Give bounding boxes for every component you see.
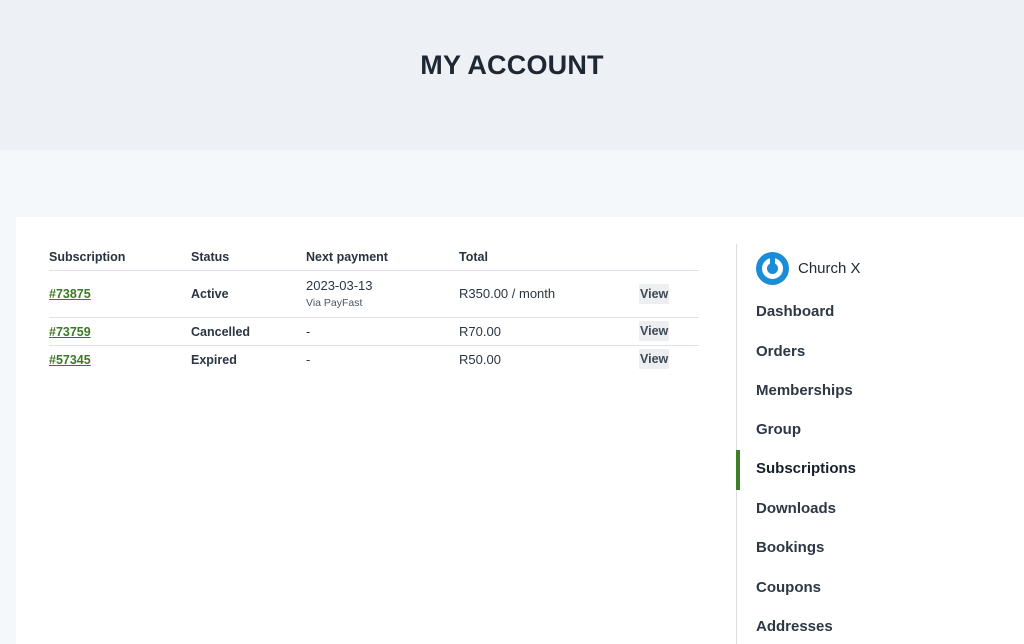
next-payment-date: -	[306, 351, 311, 367]
sidebar-item-bookings[interactable]: Bookings	[756, 538, 824, 558]
subscription-link[interactable]: #57345	[49, 353, 91, 367]
payment-method-note: Via PayFast	[306, 297, 363, 309]
sidebar-item-downloads[interactable]: Downloads	[756, 499, 836, 519]
total-value: R50.00	[459, 351, 501, 367]
status-text: Expired	[191, 352, 237, 367]
power-logo-icon	[756, 251, 789, 285]
sidebar-item-subscriptions[interactable]: Subscriptions	[756, 459, 856, 479]
account-name: Church X	[798, 259, 861, 277]
status-text: Active	[191, 287, 229, 301]
total-value: R350.00 / month	[459, 270, 639, 318]
page-title: MY ACCOUNT	[420, 50, 604, 80]
sidebar-item-group[interactable]: Group	[756, 420, 801, 440]
table-row: #73759 Cancelled - R70.00 View	[49, 317, 699, 346]
active-indicator	[736, 450, 740, 490]
sidebar-item-coupons[interactable]: Coupons	[756, 578, 821, 598]
header-total: Total	[459, 245, 639, 271]
table-header-row: Subscription Status Next payment Total	[49, 245, 699, 271]
sidebar-item-dashboard[interactable]: Dashboard	[756, 302, 834, 322]
next-payment-date: -	[306, 317, 459, 346]
status-text: Cancelled	[191, 324, 251, 339]
subscription-link[interactable]: #73875	[49, 287, 91, 301]
subscriptions-table: Subscription Status Next payment Total #…	[49, 245, 699, 373]
header-subscription: Subscription	[49, 245, 191, 271]
header-next-payment: Next payment	[306, 245, 459, 271]
view-button[interactable]: View	[639, 349, 670, 370]
header-status: Status	[191, 245, 306, 271]
subscription-link[interactable]: #73759	[49, 325, 91, 339]
table-row: #73875 Active 2023-03-13 Via PayFast R35…	[49, 270, 699, 318]
page-header: MY ACCOUNT	[0, 0, 1024, 150]
account-identity: Church X	[756, 251, 861, 285]
sidebar-item-addresses[interactable]: Addresses	[756, 617, 833, 637]
view-button[interactable]: View	[639, 283, 670, 304]
sidebar-item-orders[interactable]: Orders	[756, 342, 805, 362]
account-sidebar: Church X Dashboard Orders Memberships Gr…	[736, 244, 1024, 644]
sidebar-item-memberships[interactable]: Memberships	[756, 381, 853, 401]
table-row: #57345 Expired - R50.00 View	[49, 345, 699, 373]
header-actions	[639, 245, 699, 271]
total-value: R70.00	[459, 317, 639, 346]
view-button[interactable]: View	[639, 321, 670, 341]
next-payment-date: 2023-03-13	[306, 278, 373, 293]
